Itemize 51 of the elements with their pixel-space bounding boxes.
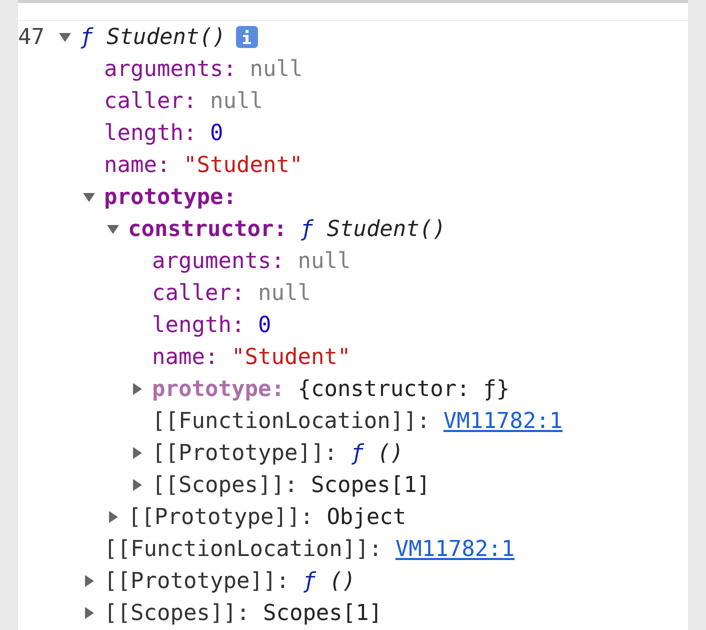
function-name: () (377, 440, 404, 466)
property-value: {constructor: ƒ} (298, 376, 510, 402)
property-value: null (250, 56, 303, 82)
function-sign: ƒ (300, 216, 314, 242)
property-key: arguments: (152, 248, 284, 274)
function-name: Student() (326, 216, 446, 242)
property-key: [[FunctionLocation]]: (104, 536, 382, 562)
function-sign: ƒ (350, 440, 364, 466)
property-key: prototype: (104, 184, 236, 210)
property-key: name: (152, 344, 218, 370)
property-key: [[Scopes]]: (152, 472, 298, 498)
property-key: length: (104, 120, 197, 146)
property-key: [[Prototype]]: (128, 504, 314, 530)
expand-triangle-right-icon[interactable] (130, 446, 144, 460)
property-key: name: (104, 152, 170, 178)
property-key: [[Scopes]]: (104, 600, 250, 626)
expand-triangle-right-icon[interactable] (106, 510, 120, 524)
expand-triangle-right-icon[interactable] (130, 478, 144, 492)
expand-triangle-right-icon[interactable] (130, 382, 144, 396)
property-key: caller: (104, 88, 197, 114)
property-value: null (210, 88, 263, 114)
property-value: "Student" (231, 344, 351, 370)
property-key: length: (152, 312, 245, 338)
property-value: Scopes[1] (310, 472, 430, 498)
property-key: constructor: (128, 216, 287, 242)
property-value: Scopes[1] (262, 600, 382, 626)
property-key: [[Prototype]]: (152, 440, 338, 466)
property-value: 0 (210, 120, 224, 146)
property-value: null (258, 280, 311, 306)
source-link[interactable]: VM11782:1 (443, 408, 563, 434)
expand-triangle-down-icon[interactable] (106, 222, 120, 236)
expand-triangle-right-icon[interactable] (82, 606, 96, 620)
function-sign: ƒ (302, 568, 316, 594)
property-key: prototype: (152, 376, 284, 402)
line-number: 47 (18, 24, 46, 50)
function-sign: ƒ (80, 24, 94, 50)
expand-triangle-down-icon[interactable] (58, 30, 72, 44)
property-value: Object (326, 504, 406, 530)
property-key: caller: (152, 280, 245, 306)
expand-triangle-right-icon[interactable] (82, 574, 96, 588)
info-icon[interactable] (236, 26, 258, 48)
property-key: [[FunctionLocation]]: (152, 408, 430, 434)
property-key: arguments: (104, 56, 236, 82)
source-link[interactable]: VM11782:1 (395, 536, 515, 562)
property-value: "Student" (183, 152, 303, 178)
expand-triangle-down-icon[interactable] (82, 190, 96, 204)
property-value: 0 (258, 312, 272, 338)
property-key: [[Prototype]]: (104, 568, 290, 594)
function-name: Student() (106, 24, 226, 50)
function-name: () (329, 568, 356, 594)
property-value: null (298, 248, 351, 274)
